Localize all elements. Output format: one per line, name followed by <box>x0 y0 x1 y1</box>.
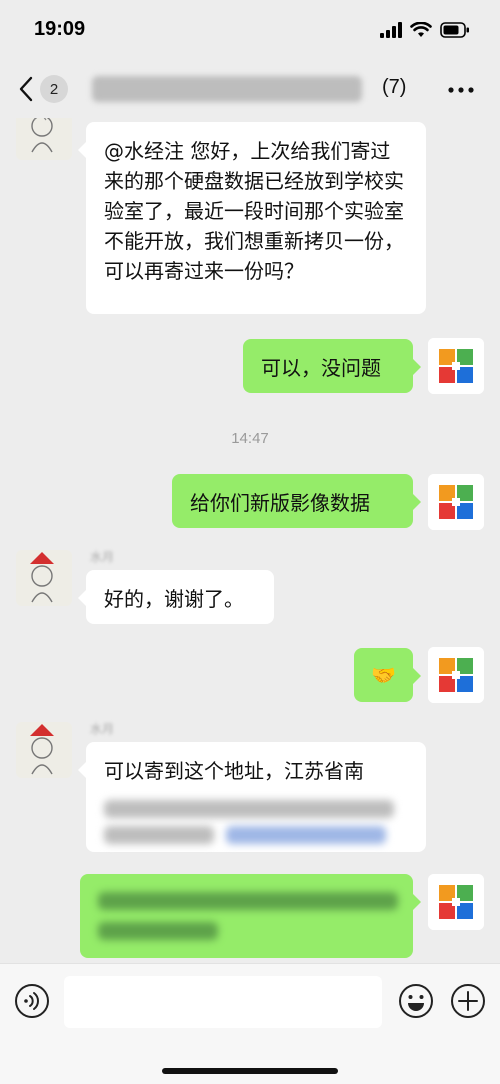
my-avatar[interactable] <box>428 474 484 530</box>
emoji-button[interactable] <box>398 983 434 1019</box>
home-indicator <box>162 1068 338 1074</box>
status-icons <box>380 22 470 38</box>
avatar-logo-icon <box>428 338 484 394</box>
battery-icon <box>440 22 469 38</box>
avatar-logo-icon <box>428 647 484 703</box>
message-bubble[interactable]: 给你们新版影像数据 <box>172 474 421 528</box>
input-bar <box>0 963 500 1084</box>
blurred-text <box>98 922 218 940</box>
message-bubble[interactable] <box>80 874 421 958</box>
sender-avatar[interactable] <box>16 550 72 606</box>
signal-icon <box>380 22 402 38</box>
avatar-sketch-icon <box>16 722 72 778</box>
smiley-icon <box>399 984 433 1018</box>
sender-name-blurred: 水月 <box>90 722 115 736</box>
status-time: 19:09 <box>34 18 86 40</box>
message-timestamp: 14:47 <box>231 430 269 447</box>
unread-badge: 2 <box>40 75 68 103</box>
blurred-text <box>104 800 394 818</box>
back-button[interactable]: 2 <box>18 72 98 106</box>
message-bubble[interactable]: 可以寄到这个地址，江苏省南 <box>78 742 426 852</box>
message-input[interactable] <box>64 976 382 1028</box>
blurred-text <box>98 892 398 910</box>
emoji-bubble[interactable]: 🤝 <box>354 648 421 702</box>
sender-name-blurred: 水月 <box>90 550 115 564</box>
status-bar: 19:09 <box>0 0 500 60</box>
sender-avatar[interactable] <box>16 722 72 778</box>
message-text: 可以寄到这个地址，江苏省南 <box>104 759 364 783</box>
avatar-logo-icon <box>428 474 484 530</box>
add-button[interactable] <box>450 983 486 1019</box>
more-dots-icon <box>448 87 474 93</box>
my-avatar[interactable] <box>428 647 484 703</box>
sender-avatar[interactable] <box>16 118 72 160</box>
blurred-text <box>104 826 214 844</box>
chat-header: 2 (7) <box>0 60 500 118</box>
blurred-link <box>226 826 386 844</box>
my-avatar[interactable] <box>428 874 484 930</box>
message-list[interactable]: @水经注 您好，上次给我们寄过来的那个硬盘数据已经放到学校实验室了，最近一段时间… <box>0 118 500 963</box>
message-bubble[interactable]: @水经注 您好，上次给我们寄过来的那个硬盘数据已经放到学校实验室了，最近一段时间… <box>78 122 426 314</box>
more-button[interactable] <box>448 76 474 101</box>
chat-title-blurred <box>92 76 362 102</box>
avatar-sketch-icon <box>16 550 72 606</box>
voice-button[interactable] <box>14 983 50 1019</box>
message-bubble[interactable]: 好的，谢谢了。 <box>78 570 274 624</box>
chevron-left-icon <box>19 76 33 102</box>
avatar-sketch-icon <box>16 118 72 160</box>
wifi-icon <box>410 22 432 37</box>
my-avatar[interactable] <box>428 338 484 394</box>
member-count: (7) <box>382 76 407 98</box>
plus-icon <box>451 984 485 1018</box>
voice-icon <box>15 984 49 1018</box>
message-bubble[interactable]: 可以，没问题 <box>243 339 421 393</box>
avatar-logo-icon <box>428 874 484 930</box>
